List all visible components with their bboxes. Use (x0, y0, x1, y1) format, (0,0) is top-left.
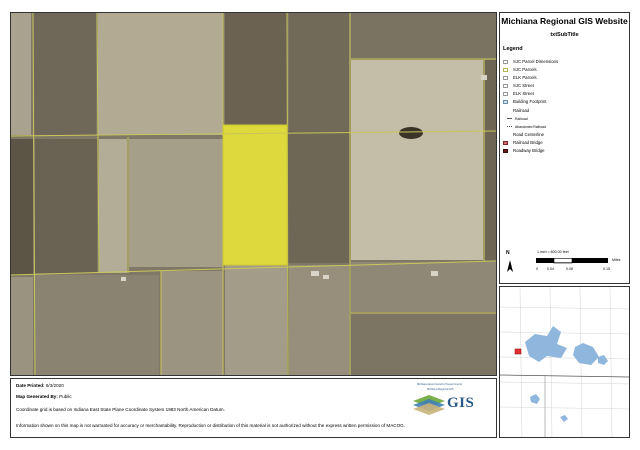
field (287, 131, 349, 263)
legend-swatch (503, 92, 508, 97)
map-title: Michiana Regional GIS Website (501, 16, 628, 26)
scale-bar (536, 258, 608, 264)
field (35, 275, 159, 375)
date-printed-label: Date Printed: (16, 383, 45, 388)
tree-patch (399, 127, 423, 139)
legend-label: SJC Parcel Dimensions (513, 59, 559, 64)
legend-swatch (503, 140, 508, 145)
legend-swatch (503, 60, 508, 64)
map-generated-by: Map Generated By: Public (16, 394, 72, 399)
legend-label: ELK Street (513, 91, 534, 97)
generated-by-label: Map Generated By: (16, 394, 58, 399)
legend-label: SJC Parcels (513, 67, 537, 73)
scale-tick-3: 0.15 (603, 267, 610, 271)
date-printed-value: 9/3/2020 (45, 383, 64, 388)
legend-swatch (503, 76, 508, 81)
scale-tick-0: 0 (536, 267, 538, 271)
legend-item: Roadway Bridge (503, 147, 628, 155)
footer-panel: Date Printed: 9/3/2020 Map Generated By:… (10, 378, 497, 438)
field (11, 139, 33, 275)
logo-text: GIS (447, 395, 475, 411)
legend-item: SJC Parcel Dimensions (503, 58, 628, 66)
scale-ratio: 1 inch = 600.00 feet (537, 250, 569, 254)
field (351, 314, 496, 375)
generated-by-value: Public (59, 394, 72, 399)
legend-label: Abandoned Railroad (515, 124, 546, 129)
legend-item: SJC Street (503, 82, 628, 90)
selected-parcel[interactable] (223, 125, 287, 265)
legend-item: Road Centerline (503, 131, 628, 139)
legend-item: Railroad Bridge (503, 139, 628, 147)
overview-map[interactable] (499, 286, 630, 438)
map-subtitle: txtSubTitle (550, 32, 579, 38)
field (33, 13, 96, 135)
field (11, 277, 33, 375)
legend-item: ELK Street (503, 90, 628, 98)
legend-swatch (503, 149, 508, 154)
legend-label: Road Centerline (513, 131, 545, 137)
overview-map-canvas[interactable] (500, 287, 630, 438)
legend-item: Railroad (503, 107, 628, 115)
field (98, 13, 223, 135)
gis-logo: Michiana Area Council of Governments Mic… (407, 383, 489, 417)
legend-swatch (507, 126, 512, 128)
legend-item: Railroad (503, 115, 628, 123)
legend-swatch (503, 100, 508, 105)
field (289, 265, 349, 375)
aerial-imagery[interactable] (11, 13, 497, 376)
field (351, 13, 496, 58)
legend-label: SJC Street (513, 83, 534, 89)
current-extent-marker (514, 348, 522, 355)
legend-item: SJC Parcels (503, 66, 628, 74)
scale-tick-1: 0.04 (547, 267, 554, 271)
legend-item: Building Footprint (503, 98, 628, 106)
legend-swatch (503, 68, 508, 73)
legend-label: Building Footprint (513, 99, 547, 105)
legend-label: Railroad (513, 107, 530, 113)
legend-label: Roadway Bridge (513, 148, 545, 154)
field (129, 139, 223, 267)
disclaimer: Information shown on this map is not war… (16, 423, 406, 428)
field (99, 139, 127, 273)
field (35, 139, 97, 273)
date-printed: Date Printed: 9/3/2020 (16, 383, 64, 388)
field (351, 60, 483, 260)
field (225, 265, 287, 375)
field (225, 13, 287, 128)
legend-swatch (503, 84, 508, 89)
legend-list: SJC Parcel Dimensions SJC Parcels ELK Parc… (503, 58, 628, 155)
field (289, 13, 349, 131)
field (485, 60, 496, 260)
north-arrow-label: N (506, 250, 510, 256)
field (11, 13, 31, 135)
legend-label: Railroad (515, 116, 528, 121)
logo-caption-line1: Michiana Area Council of Governments (417, 383, 462, 386)
legend-swatch (507, 118, 512, 120)
legend-item: ELK Parcels (503, 74, 628, 82)
scale-tick-2: 0.08 (566, 267, 573, 271)
field (351, 262, 496, 312)
coordinate-note: Coordinate grid is based on Indiana East… (16, 407, 225, 412)
logo-caption-line2: Michiana Regional GIS (427, 388, 454, 391)
map-view[interactable] (10, 12, 497, 376)
legend-title: Legend (503, 46, 523, 52)
legend-label: ELK Parcels (513, 75, 537, 81)
scale-units: Miles (612, 258, 621, 262)
legend-panel: Michiana Regional GIS Website txtSubTitl… (499, 12, 630, 284)
legend-item: Abandoned Railroad (503, 123, 628, 131)
field (161, 271, 223, 375)
legend-label: Railroad Bridge (513, 139, 543, 145)
